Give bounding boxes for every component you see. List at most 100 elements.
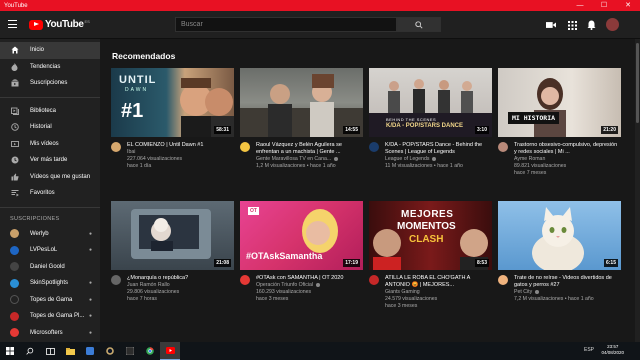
live-dot-icon: ● xyxy=(88,313,92,320)
subscription-label: Daniel Goold xyxy=(30,263,65,270)
channel-name[interactable]: Juan Ramón Rallo xyxy=(127,282,170,288)
close-button[interactable]: ✕ xyxy=(616,0,640,11)
video-card[interactable]: BEHIND THE SCENES K/DA - POP/STARS DANCE… xyxy=(369,68,492,170)
video-title[interactable]: #OTAsk con SAMANTHA | OT 2020 xyxy=(256,275,363,282)
subscription-label: LVPesLoL xyxy=(30,247,58,254)
channel-name[interactable]: Operación Triunfo Oficial xyxy=(256,282,313,288)
search-input[interactable]: Buscar xyxy=(175,17,397,32)
thumbnail-text: #1 xyxy=(121,100,144,122)
channel-avatar[interactable] xyxy=(111,275,121,285)
menu-icon[interactable] xyxy=(8,20,17,28)
sidebar-item-historial[interactable]: Historial xyxy=(0,119,100,136)
channel-name[interactable]: League of Legends xyxy=(385,156,429,162)
scrollbar-thumb[interactable] xyxy=(636,43,639,123)
video-card[interactable]: MI HISTORIA 21:20 Trastorno obsesivo-com… xyxy=(498,68,621,177)
channel-avatar[interactable] xyxy=(498,142,508,152)
channel-avatar xyxy=(10,262,19,272)
sidebar-divider xyxy=(0,206,100,208)
video-thumbnail[interactable]: OT #OTAskSamantha 17:19 xyxy=(240,201,363,270)
subscription-item[interactable]: Topes de Gama Pl... ● xyxy=(0,308,100,325)
view-count: 29.806 visualizaciones xyxy=(127,289,180,295)
search-button[interactable] xyxy=(397,17,441,32)
main-scrollbar[interactable] xyxy=(635,39,640,342)
subscription-item[interactable]: Topes de Gama ● xyxy=(0,292,100,309)
taskbar-clock[interactable]: 23:57 04/08/2020 xyxy=(601,344,624,356)
channel-avatar[interactable] xyxy=(369,142,379,152)
history-icon xyxy=(10,123,19,132)
windows-start-icon[interactable] xyxy=(0,342,20,360)
channel-avatar[interactable] xyxy=(498,275,508,285)
channel-avatar[interactable] xyxy=(111,142,121,152)
channel-name[interactable]: Giants Gaming xyxy=(385,289,420,295)
video-age: hace 1 año xyxy=(568,296,594,302)
subscription-item[interactable]: SkinSpotlights ● xyxy=(0,275,100,292)
video-thumbnail[interactable]: UNTIL DAWN #1 58:31 xyxy=(111,68,234,137)
video-card[interactable]: OT #OTAskSamantha 17:19 #OTAsk con SAMAN… xyxy=(240,201,363,303)
video-card[interactable]: 6:15 Trate de no reírse - Videos diverti… xyxy=(498,201,621,303)
video-title[interactable]: EL COMIENZO | Until Dawn #1 xyxy=(127,142,234,149)
video-duration: 21:08 xyxy=(214,259,231,267)
channel-avatar xyxy=(10,295,19,305)
title-bar: YouTube — ☐ ✕ xyxy=(0,0,640,11)
sidebar-item-suscripciones[interactable]: Suscripciones xyxy=(0,75,100,92)
video-title[interactable]: K/DA - POP/STARS Dance - Behind the Scen… xyxy=(385,142,492,156)
sidebar-item-inicio[interactable]: Inicio xyxy=(0,42,100,59)
apps-grid-icon[interactable] xyxy=(566,19,578,31)
notifications-bell-icon[interactable] xyxy=(585,19,597,31)
subscriptions-heading: SUSCRIPCIONES xyxy=(10,215,60,222)
thumbnail-text: MOMENTOS xyxy=(397,221,456,232)
video-thumbnail[interactable]: MEJORES MOMENTOS CLASH 8:53 xyxy=(369,201,492,270)
video-title[interactable]: Trastorno obsesivo-compulsivo, depresión… xyxy=(514,142,621,156)
create-video-icon[interactable] xyxy=(545,19,557,31)
view-count: 227.064 visualizaciones xyxy=(127,156,183,162)
sidebar-item-tendencias[interactable]: Tendencias xyxy=(0,59,100,76)
video-card[interactable]: UNTIL DAWN #1 58:31 EL COMIENZO | Until … xyxy=(111,68,234,170)
subscription-item[interactable]: Microsofters ● xyxy=(0,325,100,342)
channel-name[interactable]: Pet City xyxy=(514,289,532,295)
channel-avatar[interactable] xyxy=(240,275,250,285)
sidebar-item-videos-que-me-gustan[interactable]: Vídeos que me gustan xyxy=(0,169,100,186)
window-title: YouTube xyxy=(4,2,28,9)
thumbnail-text: MEJORES xyxy=(401,209,454,220)
app-icon-dark[interactable] xyxy=(120,342,140,360)
file-explorer-icon[interactable] xyxy=(60,342,80,360)
app-icon-blue[interactable] xyxy=(80,342,100,360)
league-of-legends-icon[interactable] xyxy=(100,342,120,360)
youtube-logo[interactable]: YouTube ES xyxy=(29,19,90,30)
user-avatar[interactable] xyxy=(606,18,619,31)
sidebar-item-mis-videos[interactable]: Mis vídeos xyxy=(0,136,100,153)
sidebar-item-favoritos[interactable]: Favoritos xyxy=(0,185,100,202)
channel-name[interactable]: Gente Maravillosa TV en Cana... xyxy=(256,156,331,162)
channel-name[interactable]: Ayme Roman xyxy=(514,156,545,162)
channel-avatar[interactable] xyxy=(240,142,250,152)
taskbar-search-icon[interactable] xyxy=(20,342,40,360)
subscription-item[interactable]: Daniel Goold xyxy=(0,259,100,276)
tray-language[interactable]: ESP xyxy=(584,347,594,353)
video-duration: 14:55 xyxy=(343,126,360,134)
subscription-item[interactable]: LVPesLoL ● xyxy=(0,242,100,259)
video-title[interactable]: Raoul Vázquez y Belén Aguilera se enfren… xyxy=(256,142,363,156)
video-thumbnail[interactable]: MI HISTORIA 21:20 xyxy=(498,68,621,137)
youtube-taskbar-icon[interactable] xyxy=(160,342,180,360)
video-card[interactable]: 14:55 Raoul Vázquez y Belén Aguilera se … xyxy=(240,68,363,170)
view-count: 11 M visualizaciones xyxy=(385,163,433,169)
video-title[interactable]: ¿Monarquía o república? xyxy=(127,275,234,282)
video-thumbnail[interactable]: 14:55 xyxy=(240,68,363,137)
maximize-button[interactable]: ☐ xyxy=(592,0,616,11)
chrome-icon[interactable] xyxy=(140,342,160,360)
minimize-button[interactable]: — xyxy=(568,0,592,11)
channel-name[interactable]: Ibai xyxy=(127,149,135,155)
sidebar-item-ver-mas-tarde[interactable]: Ver más tarde xyxy=(0,152,100,169)
subscription-item[interactable]: Werlyb ● xyxy=(0,226,100,243)
video-card[interactable]: MEJORES MOMENTOS CLASH 8:53 ATILLA LE RO… xyxy=(369,201,492,310)
task-view-icon[interactable] xyxy=(40,342,60,360)
video-title[interactable]: ATILLA LE ROBA EL CHO'GATH A ANTONIO 😡 |… xyxy=(385,275,492,289)
video-thumbnail[interactable]: 6:15 xyxy=(498,201,621,270)
video-card[interactable]: 21:08 ¿Monarquía o república? Juan Ramón… xyxy=(111,201,234,303)
channel-avatar[interactable] xyxy=(369,275,379,285)
video-thumbnail[interactable]: 21:08 xyxy=(111,201,234,270)
video-thumbnail[interactable]: BEHIND THE SCENES K/DA - POP/STARS DANCE… xyxy=(369,68,492,137)
thumbnail-text: UNTIL xyxy=(119,74,157,86)
video-title[interactable]: Trate de no reírse - Videos divertidos d… xyxy=(514,275,621,289)
sidebar-item-biblioteca[interactable]: Biblioteca xyxy=(0,103,100,120)
